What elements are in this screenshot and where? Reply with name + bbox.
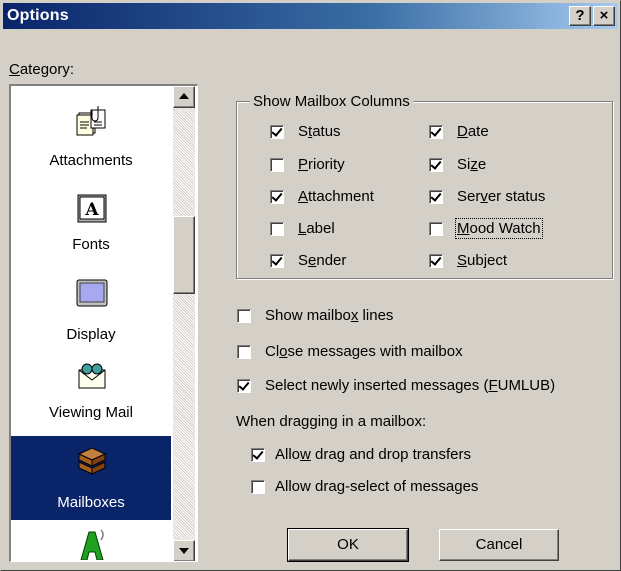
svg-text:A: A xyxy=(84,200,99,220)
show-mailbox-lines-checkbox[interactable] xyxy=(237,309,251,323)
column-sender-label[interactable]: Sender xyxy=(298,252,346,269)
column-status-label[interactable]: Status xyxy=(298,123,341,140)
column-server-status-checkbox[interactable] xyxy=(429,190,443,204)
allow-drag-select-checkbox[interactable] xyxy=(251,480,265,494)
column-date-label[interactable]: Date xyxy=(457,123,489,140)
category-label-mailboxes: Mailboxes xyxy=(57,494,125,511)
column-size-checkbox[interactable] xyxy=(429,158,443,172)
ok-button[interactable]: OK xyxy=(287,528,409,562)
column-attachment-label[interactable]: Attachment xyxy=(298,188,374,205)
column-date-checkbox[interactable] xyxy=(429,125,443,139)
fonts-icon: A xyxy=(77,194,107,223)
column-priority-checkbox[interactable] xyxy=(270,158,284,172)
help-button[interactable]: ? xyxy=(569,6,591,26)
column-subject-label[interactable]: Subject xyxy=(457,252,507,269)
allow-drag-drop-checkbox[interactable] xyxy=(251,448,265,462)
category-label-viewing-mail: Viewing Mail xyxy=(49,404,133,421)
column-mood-watch-label[interactable]: Mood Watch xyxy=(455,218,543,239)
select-new-messages-checkbox[interactable] xyxy=(237,379,251,393)
column-attachment-checkbox[interactable] xyxy=(270,190,284,204)
column-mood-watch-checkbox[interactable] xyxy=(429,222,443,236)
category-item-viewing-mail[interactable]: Viewing Mail xyxy=(11,354,171,436)
mailboxes-icon xyxy=(77,447,107,475)
allow-drag-select-label[interactable]: Allow drag-select of messages xyxy=(275,478,478,495)
allow-drag-drop-label[interactable]: Allow drag and drop transfers xyxy=(275,446,471,463)
column-size-label[interactable]: Size xyxy=(457,156,486,173)
window-title: Options xyxy=(7,7,69,24)
options-dialog: Options ? × Category: Attachments A Font… xyxy=(0,0,621,571)
category-item-mailboxes[interactable]: Mailboxes xyxy=(11,436,171,520)
category-label-fonts: Fonts xyxy=(72,236,110,253)
spell-check-icon xyxy=(80,529,104,560)
close-messages-label[interactable]: Close messages with mailbox xyxy=(265,343,463,360)
arrow-up-icon xyxy=(179,93,189,99)
arrow-down-icon xyxy=(179,548,189,554)
scroll-thumb[interactable] xyxy=(173,216,195,294)
category-item-attachments[interactable]: Attachments xyxy=(11,86,171,182)
column-sender-checkbox[interactable] xyxy=(270,254,284,268)
scroll-up-button[interactable] xyxy=(173,86,195,108)
mailbox-columns-group-title: Show Mailbox Columns xyxy=(250,93,413,110)
select-new-messages-label[interactable]: Select newly inserted messages (FUMLUB) xyxy=(265,377,555,394)
column-subject-checkbox[interactable] xyxy=(429,254,443,268)
display-icon xyxy=(76,279,108,307)
cancel-button[interactable]: Cancel xyxy=(439,529,559,561)
close-button[interactable]: × xyxy=(593,6,615,26)
mailbox-columns-group xyxy=(236,101,613,279)
category-scrollbar[interactable] xyxy=(173,86,195,561)
scroll-down-button[interactable] xyxy=(173,540,195,561)
category-item-fonts[interactable]: A Fonts xyxy=(11,182,171,268)
show-mailbox-lines-label[interactable]: Show mailbox lines xyxy=(265,307,393,324)
category-label: Category: xyxy=(9,61,75,78)
column-status-checkbox[interactable] xyxy=(270,125,284,139)
dragging-heading: When dragging in a mailbox: xyxy=(236,413,427,430)
category-list[interactable]: Attachments A Fonts Display Viewing Mail… xyxy=(9,84,198,562)
attachments-icon xyxy=(76,106,106,136)
viewing-mail-icon xyxy=(78,363,106,389)
category-label-attachments: Attachments xyxy=(49,152,133,169)
column-server-status-label[interactable]: Server status xyxy=(457,188,545,205)
category-item-partial[interactable] xyxy=(11,520,171,561)
close-messages-checkbox[interactable] xyxy=(237,345,251,359)
title-bar[interactable]: Options ? × xyxy=(3,3,618,29)
column-label-label[interactable]: Label xyxy=(298,220,335,237)
column-label-checkbox[interactable] xyxy=(270,222,284,236)
column-priority-label[interactable]: Priority xyxy=(298,156,345,173)
category-item-display[interactable]: Display xyxy=(11,268,171,354)
category-label-display: Display xyxy=(66,326,116,343)
